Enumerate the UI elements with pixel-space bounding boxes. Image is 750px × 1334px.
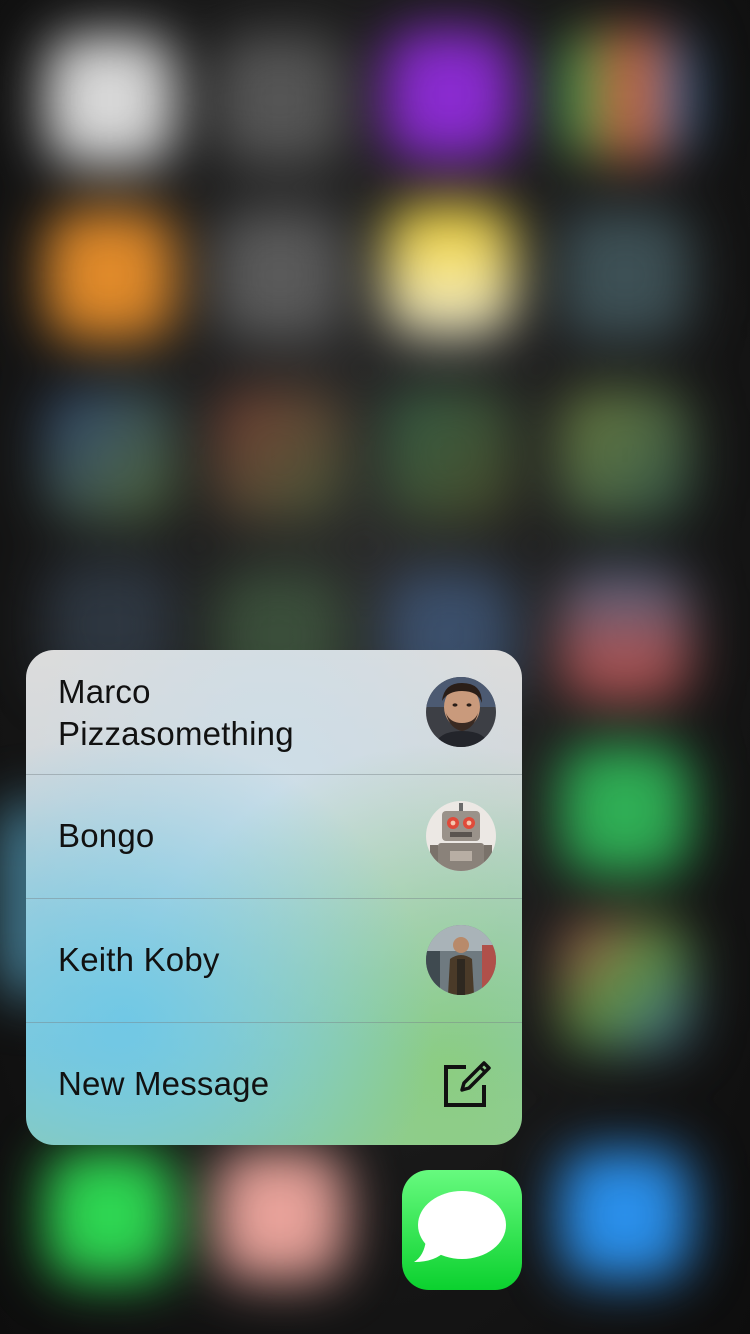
quick-action-keith-koby[interactable]: Keith Koby [26,898,522,1022]
blurred-app-icon [215,210,345,340]
blurred-app-icon [560,390,690,520]
blurred-app-icon [45,35,175,165]
blurred-app-icon [560,745,690,875]
contact-avatar-bongo-robot-icon [426,801,496,871]
compose-icon [440,1059,492,1111]
blurred-dock-icon [45,1150,175,1280]
blurred-app-icon [45,210,175,340]
quick-action-marco[interactable]: Marco Pizzasomething [26,650,522,774]
blurred-app-icon [45,390,175,520]
blurred-app-icon [560,30,690,160]
blurred-app-icon [560,920,690,1050]
quick-action-label: Marco Pizzasomething [58,673,294,752]
contact-avatar-marco-icon [426,677,496,747]
blurred-app-icon [385,205,515,335]
contact-avatar-keith-icon [426,925,496,995]
blurred-app-icon [215,35,345,165]
blurred-app-icon [560,570,690,700]
blurred-dock-icon [215,1150,345,1280]
messages-app-icon[interactable] [402,1170,522,1290]
quick-action-bongo[interactable]: Bongo [26,774,522,898]
quick-action-label: New Message [58,1065,270,1102]
blurred-app-icon [215,390,345,520]
quick-action-label: Bongo [58,817,155,854]
quick-actions-menu: Marco Pizzasomething Bongo Keith Koby Ne… [26,650,522,1145]
quick-action-new-message[interactable]: New Message [26,1022,522,1145]
quick-action-label: Keith Koby [58,941,220,978]
blurred-app-icon [560,210,690,340]
blurred-dock-icon [560,1150,690,1280]
home-screen: Marco Pizzasomething Bongo Keith Koby Ne… [0,0,750,1334]
blurred-app-icon [385,30,515,160]
blurred-app-icon [385,390,515,520]
